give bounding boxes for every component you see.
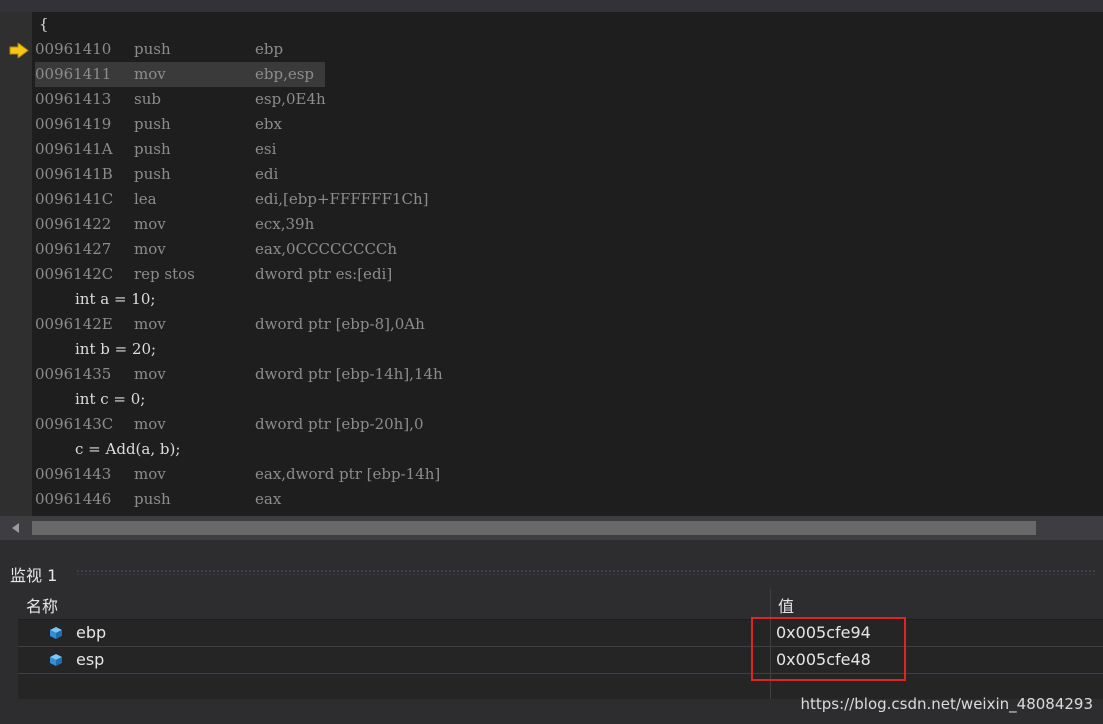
- asm-address: 00961422: [35, 215, 112, 233]
- disassembly-pane[interactable]: {00961410 push ebp 00961411 mov ebp,esp 009614…: [0, 12, 1103, 516]
- asm-mnemonic: push: [134, 40, 171, 58]
- asm-mnemonic: push: [134, 490, 171, 508]
- asm-operands: ecx,39h: [255, 215, 315, 233]
- asm-address: 00961443: [35, 465, 112, 483]
- watermark: https://blog.csdn.net/weixin_48084293: [800, 695, 1093, 713]
- watch-panel-header: 监视 1: [0, 558, 1103, 586]
- variable-cube-icon: [50, 627, 62, 639]
- asm-address: 0096141A: [35, 140, 113, 158]
- asm-mnemonic: push: [134, 165, 171, 183]
- asm-operands: ebx: [255, 115, 282, 133]
- scroll-left-arrow-icon[interactable]: [12, 523, 19, 533]
- breakpoint-gutter[interactable]: [0, 12, 32, 516]
- asm-address: 00961427: [35, 240, 112, 258]
- asm-mnemonic: mov: [134, 240, 166, 258]
- asm-mnemonic: mov: [134, 465, 166, 483]
- asm-mnemonic: mov: [134, 215, 166, 233]
- pane-splitter[interactable]: [0, 540, 1103, 558]
- asm-address: 00961410: [35, 40, 112, 58]
- watch-var-name: esp: [76, 650, 105, 669]
- watch-var-name: ebp: [76, 623, 107, 642]
- asm-operands: edi: [255, 165, 279, 183]
- asm-mnemonic: mov: [134, 415, 166, 433]
- asm-operands: ebp,esp: [255, 65, 315, 83]
- asm-operands: ebp: [255, 40, 284, 58]
- asm-mnemonic: mov: [134, 365, 166, 383]
- watch-panel-title: 监视 1: [10, 566, 58, 585]
- asm-mnemonic: rep stos: [134, 265, 195, 283]
- source-text: int c = 0;: [75, 390, 146, 408]
- annotation-highlight-box: [751, 617, 906, 681]
- column-header-name[interactable]: 名称: [26, 593, 58, 617]
- asm-address: 0096143C: [35, 415, 114, 433]
- asm-mnemonic: lea: [134, 190, 157, 208]
- watch-row-esp[interactable]: esp 0x005cfe48: [18, 647, 1103, 674]
- horizontal-scrollbar[interactable]: [0, 516, 1103, 540]
- source-text: c = Add(a, b);: [75, 440, 181, 458]
- panel-grip[interactable]: [76, 569, 1096, 575]
- scrollbar-thumb[interactable]: [32, 521, 1036, 535]
- asm-address: 0096141C: [35, 190, 114, 208]
- variable-cube-icon: [50, 654, 62, 666]
- asm-mnemonic: push: [134, 115, 171, 133]
- asm-mnemonic: mov: [134, 315, 166, 333]
- asm-operands: eax: [255, 490, 282, 508]
- watch-row-ebp[interactable]: ebp 0x005cfe94: [18, 620, 1103, 647]
- asm-operands: eax,0CCCCCCCCh: [255, 240, 398, 258]
- asm-address: 0096141B: [35, 165, 113, 183]
- asm-address: 00961419: [35, 115, 112, 133]
- column-header-value[interactable]: 值: [778, 593, 794, 617]
- current-instruction-arrow-icon: [9, 43, 29, 58]
- asm-address: 0096142C: [35, 265, 114, 283]
- asm-address: 0096142E: [35, 315, 113, 333]
- asm-address: 00961435: [35, 365, 112, 383]
- asm-operands: eax,dword ptr [ebp-14h]: [255, 465, 441, 483]
- asm-address: 00961411: [35, 65, 112, 83]
- asm-address: 00961446: [35, 490, 112, 508]
- asm-operands: edi,[ebp+FFFFFF1Ch]: [255, 190, 429, 208]
- asm-operands: esp,0E4h: [255, 90, 326, 108]
- asm-address: 00961413: [35, 90, 112, 108]
- asm-mnemonic: sub: [134, 90, 161, 108]
- editor-top-bar: [0, 0, 1103, 12]
- asm-mnemonic: mov: [134, 65, 166, 83]
- asm-operands: dword ptr es:[edi]: [255, 265, 393, 283]
- source-text: int b = 20;: [75, 340, 157, 358]
- source-text: int a = 10;: [75, 290, 156, 308]
- asm-operands: dword ptr [ebp-14h],14h: [255, 365, 443, 383]
- watch-table: 名称 值 ebp 0x005cfe94 esp 0x005cfe48: [18, 589, 1103, 701]
- source-text: {: [39, 15, 49, 33]
- asm-operands: dword ptr [ebp-8],0Ah: [255, 315, 425, 333]
- watch-table-header: 名称 值: [18, 589, 1103, 620]
- asm-operands: dword ptr [ebp-20h],0: [255, 415, 424, 433]
- asm-operands: esi: [255, 140, 277, 158]
- asm-mnemonic: push: [134, 140, 171, 158]
